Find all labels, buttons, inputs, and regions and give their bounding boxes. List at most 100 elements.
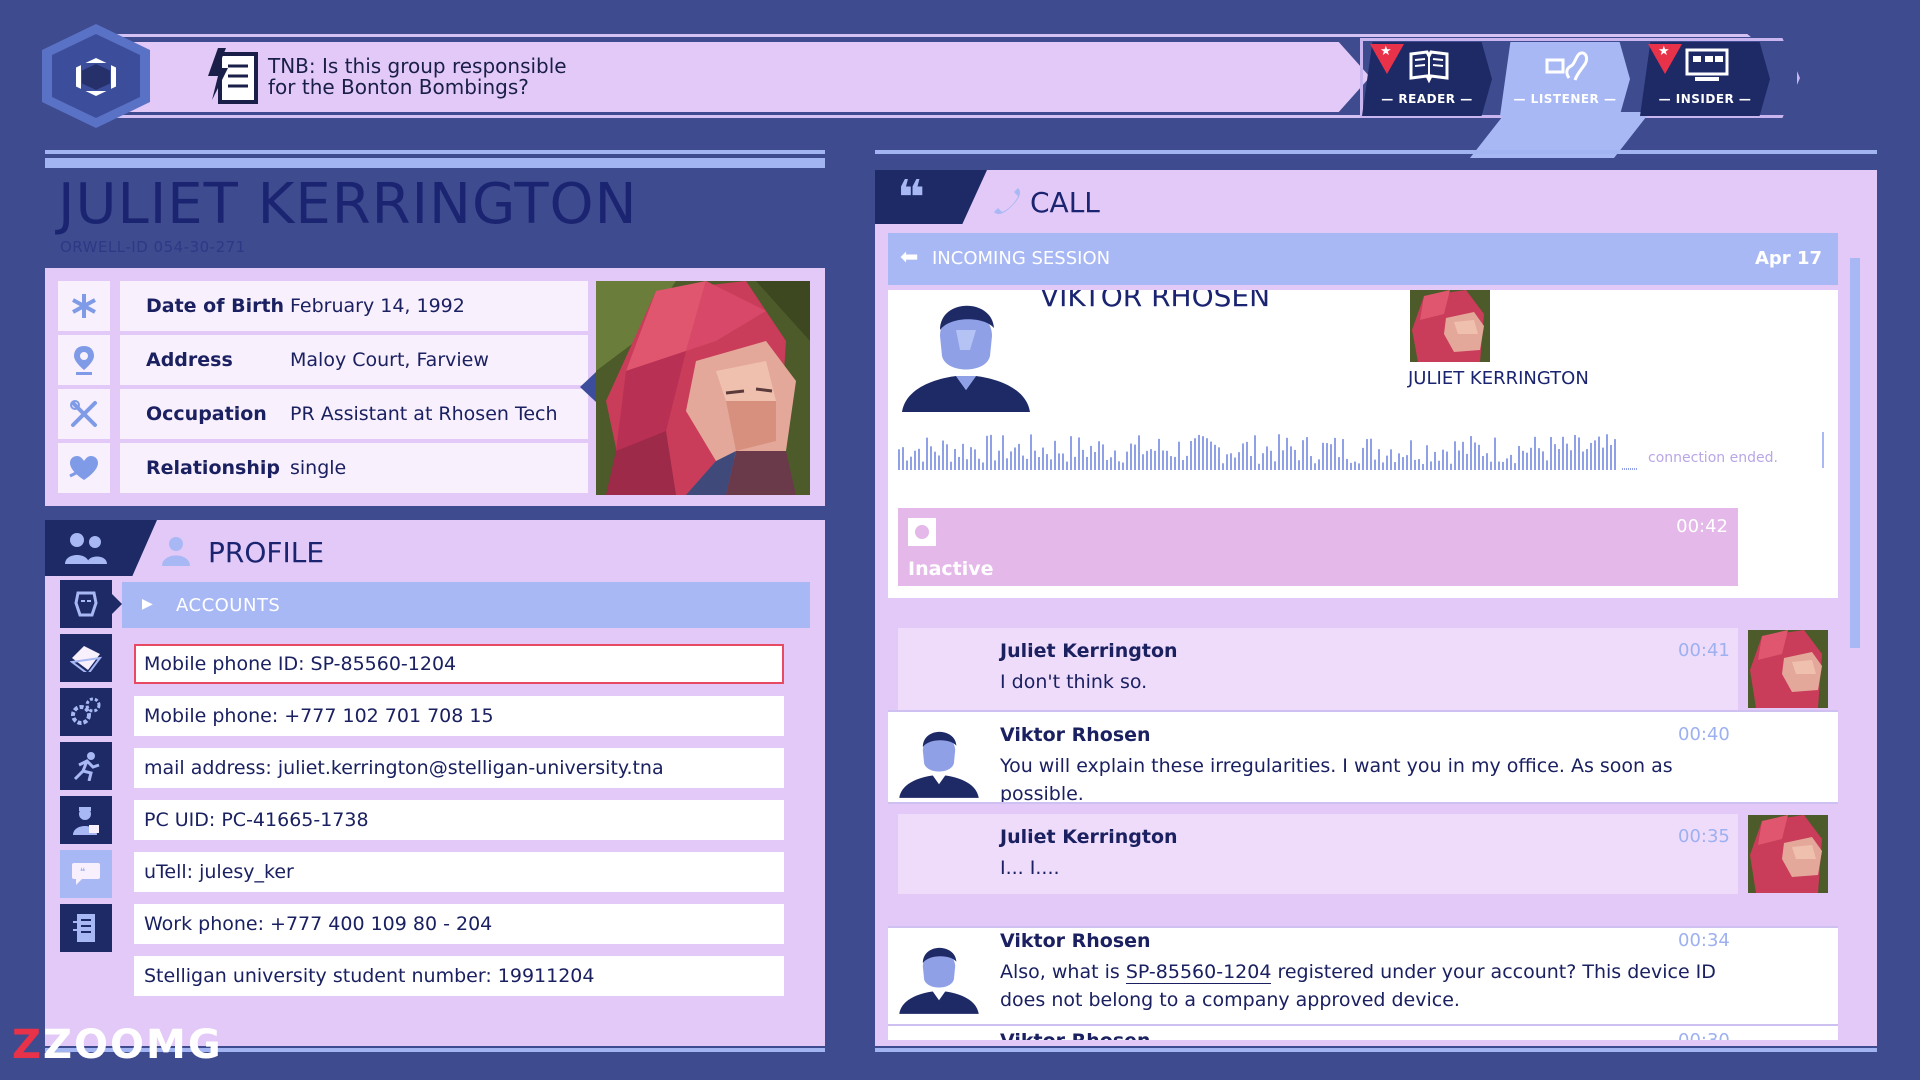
waveform-bar <box>1174 456 1176 470</box>
waveform-bar <box>1366 439 1368 470</box>
juliet-avatar[interactable] <box>1748 630 1828 708</box>
heart-icon <box>58 443 110 493</box>
waveform-bar <box>1538 448 1540 470</box>
person-portrait[interactable] <box>596 281 810 495</box>
message-item[interactable]: Viktor Rhosen 00:40 You will explain the… <box>888 712 1838 805</box>
info-row-date-of-birth[interactable]: Date of Birth February 14, 1992 <box>58 281 588 331</box>
viktor-avatar[interactable] <box>898 936 980 1016</box>
info-row-address[interactable]: Address Maloy Court, Farview <box>58 335 588 385</box>
waveform-bar <box>934 451 936 470</box>
sidebar-document-button[interactable] <box>60 904 112 952</box>
info-row-relationship[interactable]: Relationship single <box>58 443 588 493</box>
account-row[interactable]: Stelligan university student number: 199… <box>134 956 784 996</box>
message-time: 00:34 <box>1678 930 1730 951</box>
message-item[interactable]: Juliet Kerrington 00:35 I... I.... <box>888 804 1838 914</box>
message-text-part: Also, what is <box>1000 961 1126 983</box>
right-panel-bottomline <box>875 1048 1877 1052</box>
waveform-dot <box>1630 468 1631 470</box>
viktor-avatar[interactable] <box>898 720 980 800</box>
waveform-bar <box>1142 454 1144 470</box>
sidebar-tag-button[interactable] <box>60 634 112 682</box>
waveform-bar <box>1154 450 1156 470</box>
message-item[interactable]: Viktor Rhosen 00:30 <box>888 1026 1838 1040</box>
watermark-logo: ZZOOMG <box>12 1022 223 1068</box>
sidebar-agent-button[interactable] <box>60 796 112 844</box>
sidebar-face-button[interactable] <box>60 580 112 628</box>
waveform-bar <box>1378 449 1380 470</box>
incoming-session-bar[interactable]: ⬅ INCOMING SESSION Apr 17 <box>888 233 1838 285</box>
waveform-bar <box>970 447 972 470</box>
waveform-bar <box>1238 452 1240 470</box>
waveform-bar <box>1286 437 1288 470</box>
waveform-bar <box>962 443 964 470</box>
waveform-bar <box>1010 451 1012 470</box>
waveform-bar <box>1570 450 1572 470</box>
message-item[interactable]: Juliet Kerrington 00:41 I don't think so… <box>888 628 1838 710</box>
waveform-bar <box>1434 451 1436 470</box>
account-row[interactable]: Work phone: +777 400 109 80 - 204 <box>134 904 784 944</box>
juliet-avatar[interactable] <box>1748 814 1828 894</box>
info-row-occupation[interactable]: Occupation PR Assistant at Rhosen Tech <box>58 389 588 439</box>
waveform-bar <box>1274 461 1276 470</box>
waveform-bar <box>1362 447 1364 470</box>
device-id-link[interactable]: SP-85560-1204 <box>1125 961 1272 984</box>
message-sender: Viktor Rhosen <box>1000 1030 1151 1040</box>
message-list[interactable]: Juliet Kerrington 00:41 I don't think so… <box>888 600 1838 1040</box>
headline-text[interactable]: TNB: Is this group responsible for the B… <box>268 56 568 98</box>
waveform-bar <box>1262 453 1264 470</box>
info-label: Date of Birth <box>146 295 285 317</box>
ear-icon <box>1545 51 1589 81</box>
waveform-bar <box>1590 442 1592 470</box>
waveform-bar <box>998 450 1000 470</box>
waveform-bar <box>1202 436 1204 470</box>
account-row[interactable]: Mobile phone ID: SP-85560-1204 <box>134 644 784 684</box>
profile-title: PROFILE <box>208 536 325 569</box>
recording-status-bar[interactable]: 00:42 Inactive <box>898 508 1738 586</box>
call-title: CALL <box>1030 186 1100 219</box>
waveform-bar <box>1346 458 1348 470</box>
waveform-bar <box>1522 450 1524 470</box>
waveform-bar <box>1102 444 1104 470</box>
waveform-bar <box>1338 457 1340 470</box>
sidebar-runner-button[interactable] <box>60 742 112 790</box>
waveform-bar <box>1194 438 1196 470</box>
call-scrollbar[interactable] <box>1850 258 1860 648</box>
account-row[interactable]: mail address: juliet.kerrington@stelliga… <box>134 748 784 788</box>
info-text-occupation: Occupation PR Assistant at Rhosen Tech <box>120 389 588 439</box>
waveform-bar <box>1094 451 1096 470</box>
waveform-bar <box>1442 449 1444 470</box>
waveform-bar <box>1422 463 1424 470</box>
tab-listener[interactable]: — LISTENER — <box>1500 42 1630 116</box>
message-sender: Viktor Rhosen <box>1000 724 1151 746</box>
account-row[interactable]: Mobile phone: +777 102 701 708 15 <box>134 696 784 736</box>
waveform-bar <box>1114 450 1116 470</box>
callee-avatar[interactable] <box>1410 290 1490 362</box>
waveform-bar <box>1382 462 1384 470</box>
chat-icon: ❝ <box>72 863 100 885</box>
waveform-bar <box>1002 435 1004 470</box>
caller-avatar[interactable] <box>900 290 1032 412</box>
sidebar-chat-button[interactable]: ❝ <box>60 850 112 898</box>
waveform-bar <box>898 449 900 470</box>
sidebar-gears-button[interactable] <box>60 688 112 736</box>
waveform-bar <box>1506 458 1508 470</box>
message-item[interactable]: Viktor Rhosen 00:34 Also, what is SP-855… <box>888 928 1838 1024</box>
orwell-id: ORWELL-ID 054-30-271 <box>60 238 246 256</box>
waveform-bar <box>1582 451 1584 470</box>
waveform-bar <box>1578 437 1580 470</box>
waveform-bar <box>1606 434 1608 470</box>
waveform-bar <box>1062 453 1064 470</box>
waveform-bar <box>1450 463 1452 470</box>
session-label: INCOMING SESSION <box>932 248 1111 269</box>
waveform-bar <box>1122 462 1124 470</box>
waveform-bar <box>1562 436 1564 470</box>
account-row[interactable]: uTell: julesy_ker <box>134 852 784 892</box>
account-row[interactable]: PC UID: PC-41665-1738 <box>134 800 784 840</box>
waveform-dot <box>1632 468 1633 470</box>
waveform-bar <box>1498 461 1500 470</box>
session-summary: VIKTOR RHOSEN JULIET KERRINGTON connecti… <box>888 290 1838 598</box>
waveform-bar <box>954 449 956 470</box>
accounts-section-header[interactable]: ▶ ACCOUNTS <box>122 582 810 628</box>
waveform-bar <box>1246 441 1248 470</box>
waveform-bar <box>1494 437 1496 470</box>
